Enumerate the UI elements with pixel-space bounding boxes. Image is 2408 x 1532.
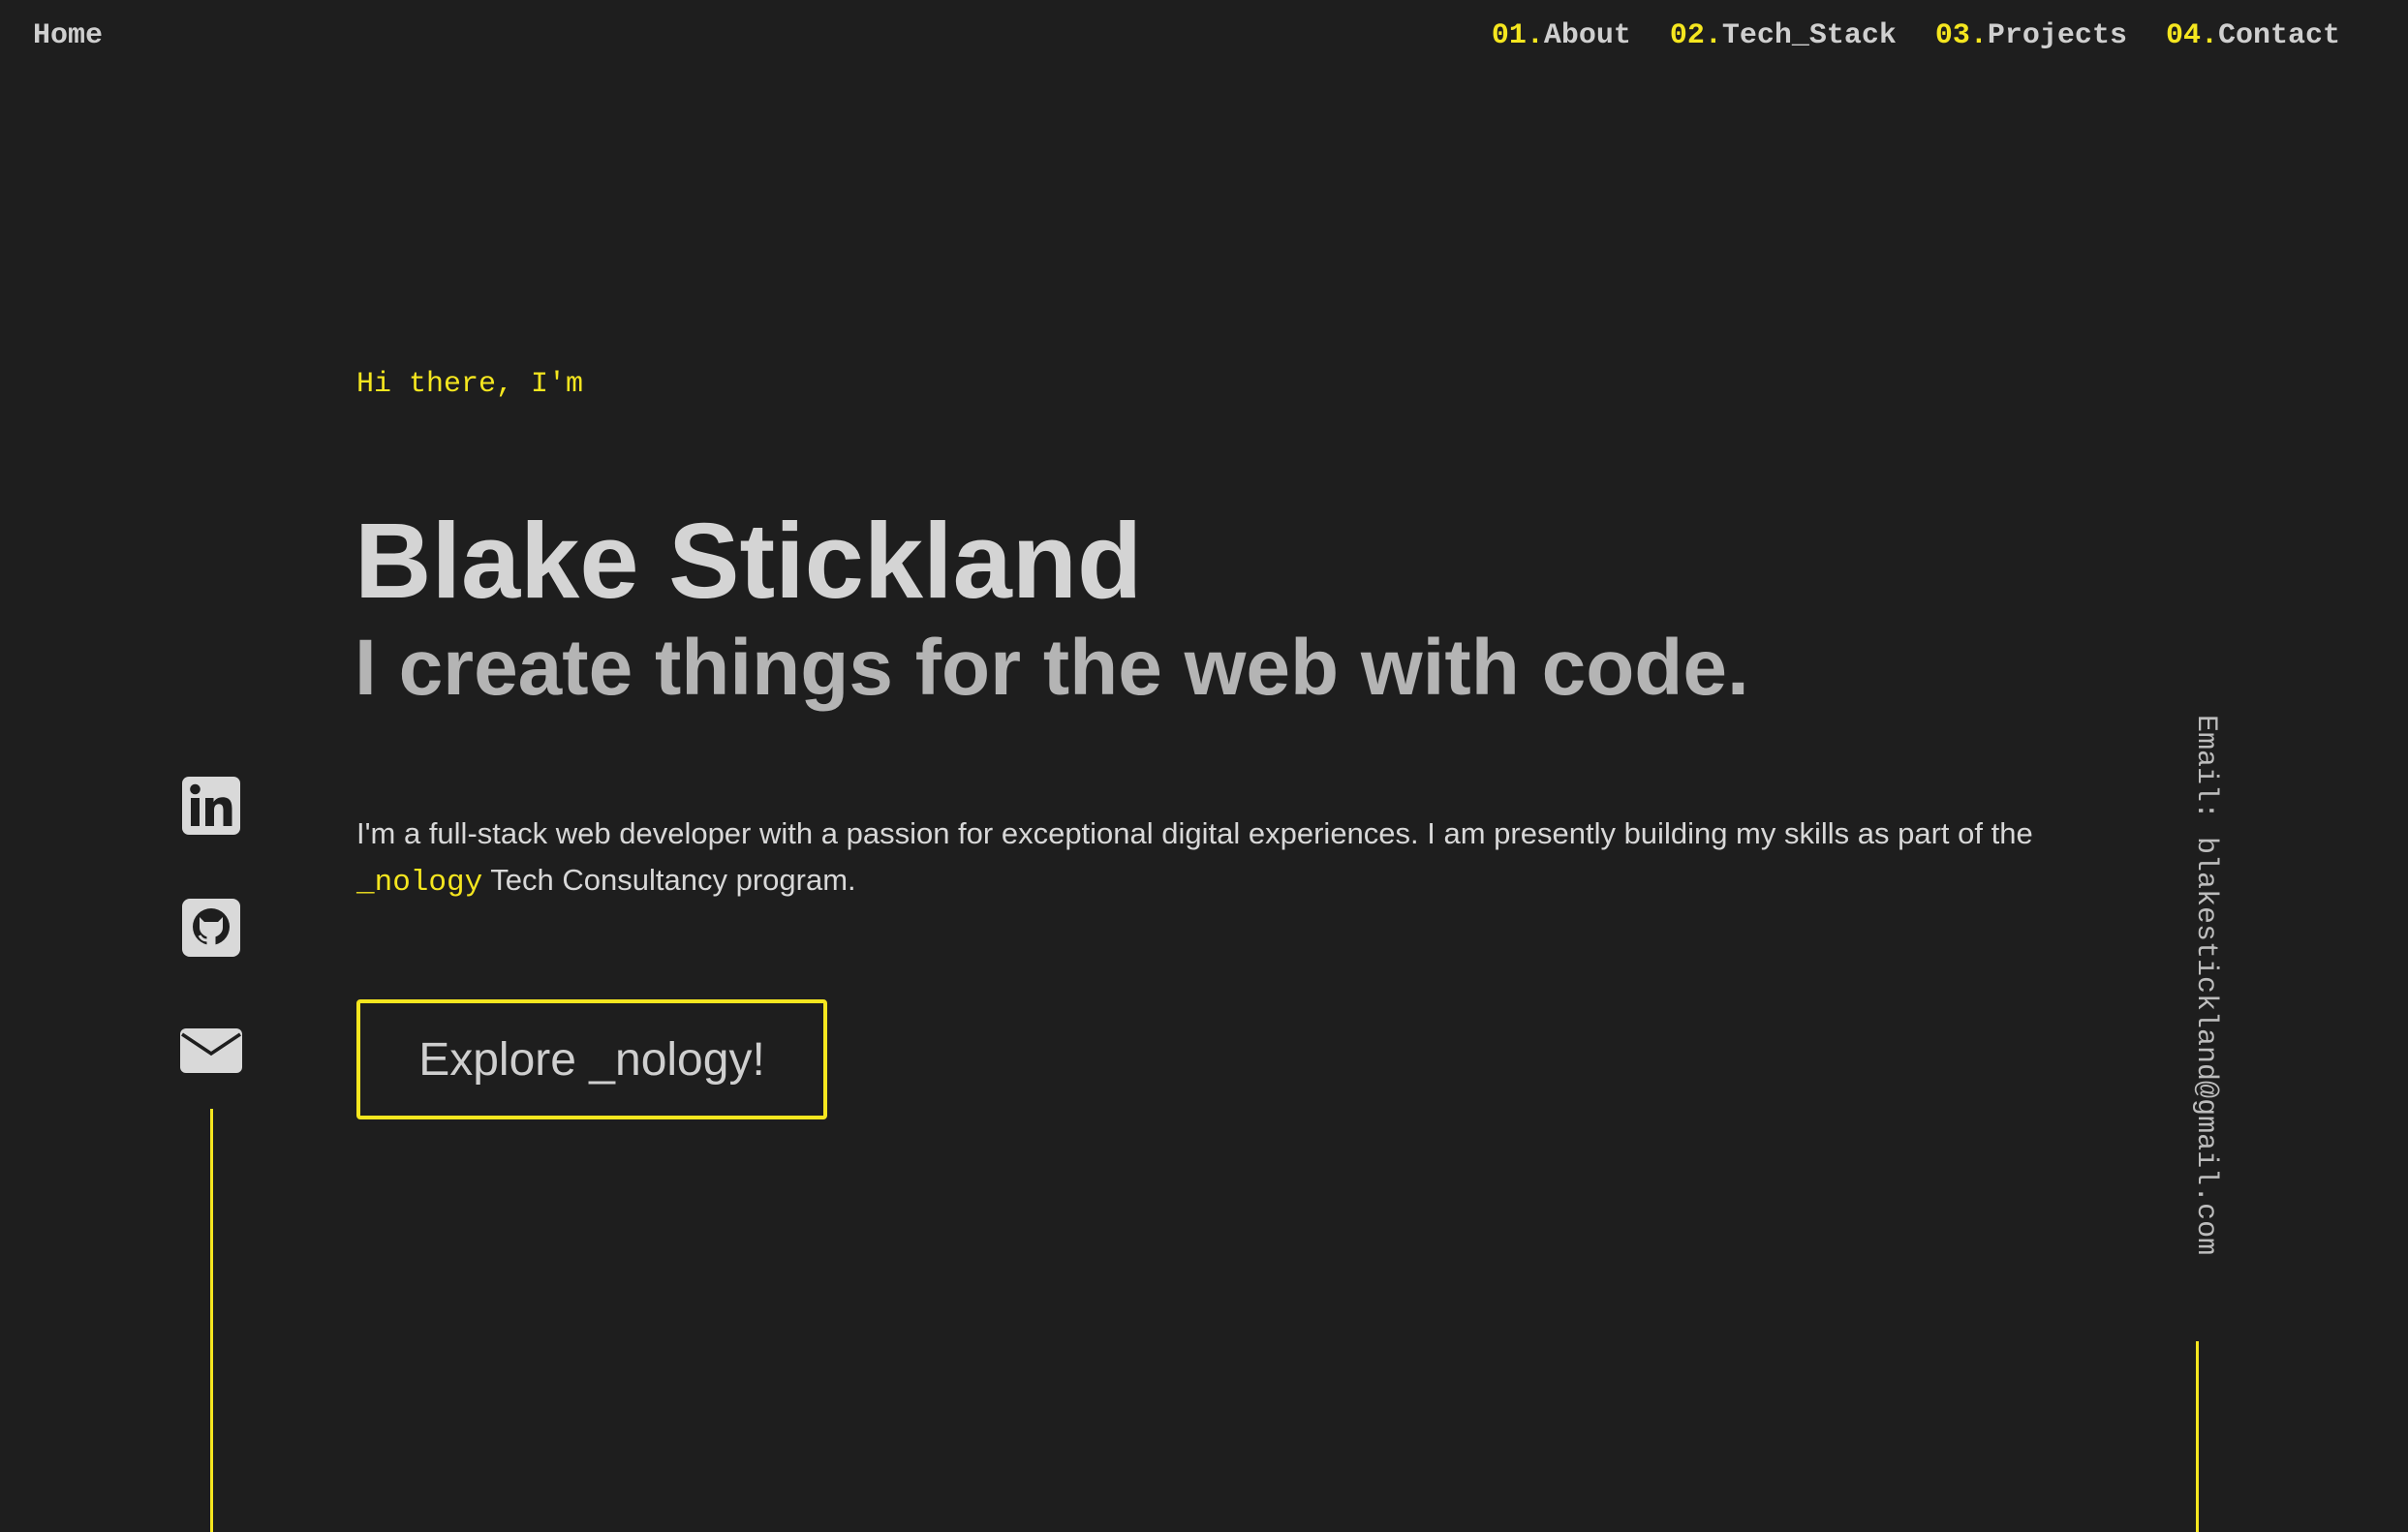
main-nav: 01.About 02.Tech_Stack 03.Projects 04.Co…	[1492, 19, 2340, 52]
nav-item-number: 04.	[2165, 19, 2218, 52]
linkedin-icon[interactable]	[180, 775, 242, 837]
nav-item-tech-stack[interactable]: 02.Tech_Stack	[1670, 19, 1897, 52]
hero-intro: I'm a full-stack web developer with a pa…	[356, 811, 2061, 906]
nav-item-label: Tech_Stack	[1721, 19, 1897, 52]
hero-tagline: I create things for the web with code.	[355, 624, 1749, 712]
explore-nology-button[interactable]: Explore _nology!	[356, 999, 827, 1119]
right-accent-line	[2196, 1341, 2199, 1532]
nav-item-contact[interactable]: 04.Contact	[2166, 19, 2340, 52]
nav-item-number: 03.	[1934, 19, 1988, 52]
nav-item-label: Projects	[1987, 19, 2127, 52]
intro-text-end: Tech Consultancy program.	[482, 863, 856, 897]
nav-item-about[interactable]: 01.About	[1492, 19, 1631, 52]
hero-name: Blake Stickland	[355, 502, 1143, 621]
intro-highlight: _nology	[356, 866, 483, 900]
mail-icon[interactable]	[180, 1019, 242, 1081]
nav-item-label: About	[1543, 19, 1631, 52]
intro-text: I'm a full-stack web developer with a pa…	[356, 816, 2033, 850]
nav-item-label: Contact	[2217, 19, 2340, 52]
social-links	[174, 775, 248, 1081]
nav-item-projects[interactable]: 03.Projects	[1935, 19, 2127, 52]
github-icon[interactable]	[180, 897, 242, 959]
left-accent-line	[210, 1109, 213, 1532]
nav-item-number: 01.	[1491, 19, 1544, 52]
nav-item-number: 02.	[1669, 19, 1722, 52]
nav-home-link[interactable]: Home	[33, 19, 103, 52]
hero-greeting: Hi there, I'm	[356, 368, 584, 401]
email-link[interactable]: Email: blakestickland@gmail.com	[2189, 715, 2222, 1255]
